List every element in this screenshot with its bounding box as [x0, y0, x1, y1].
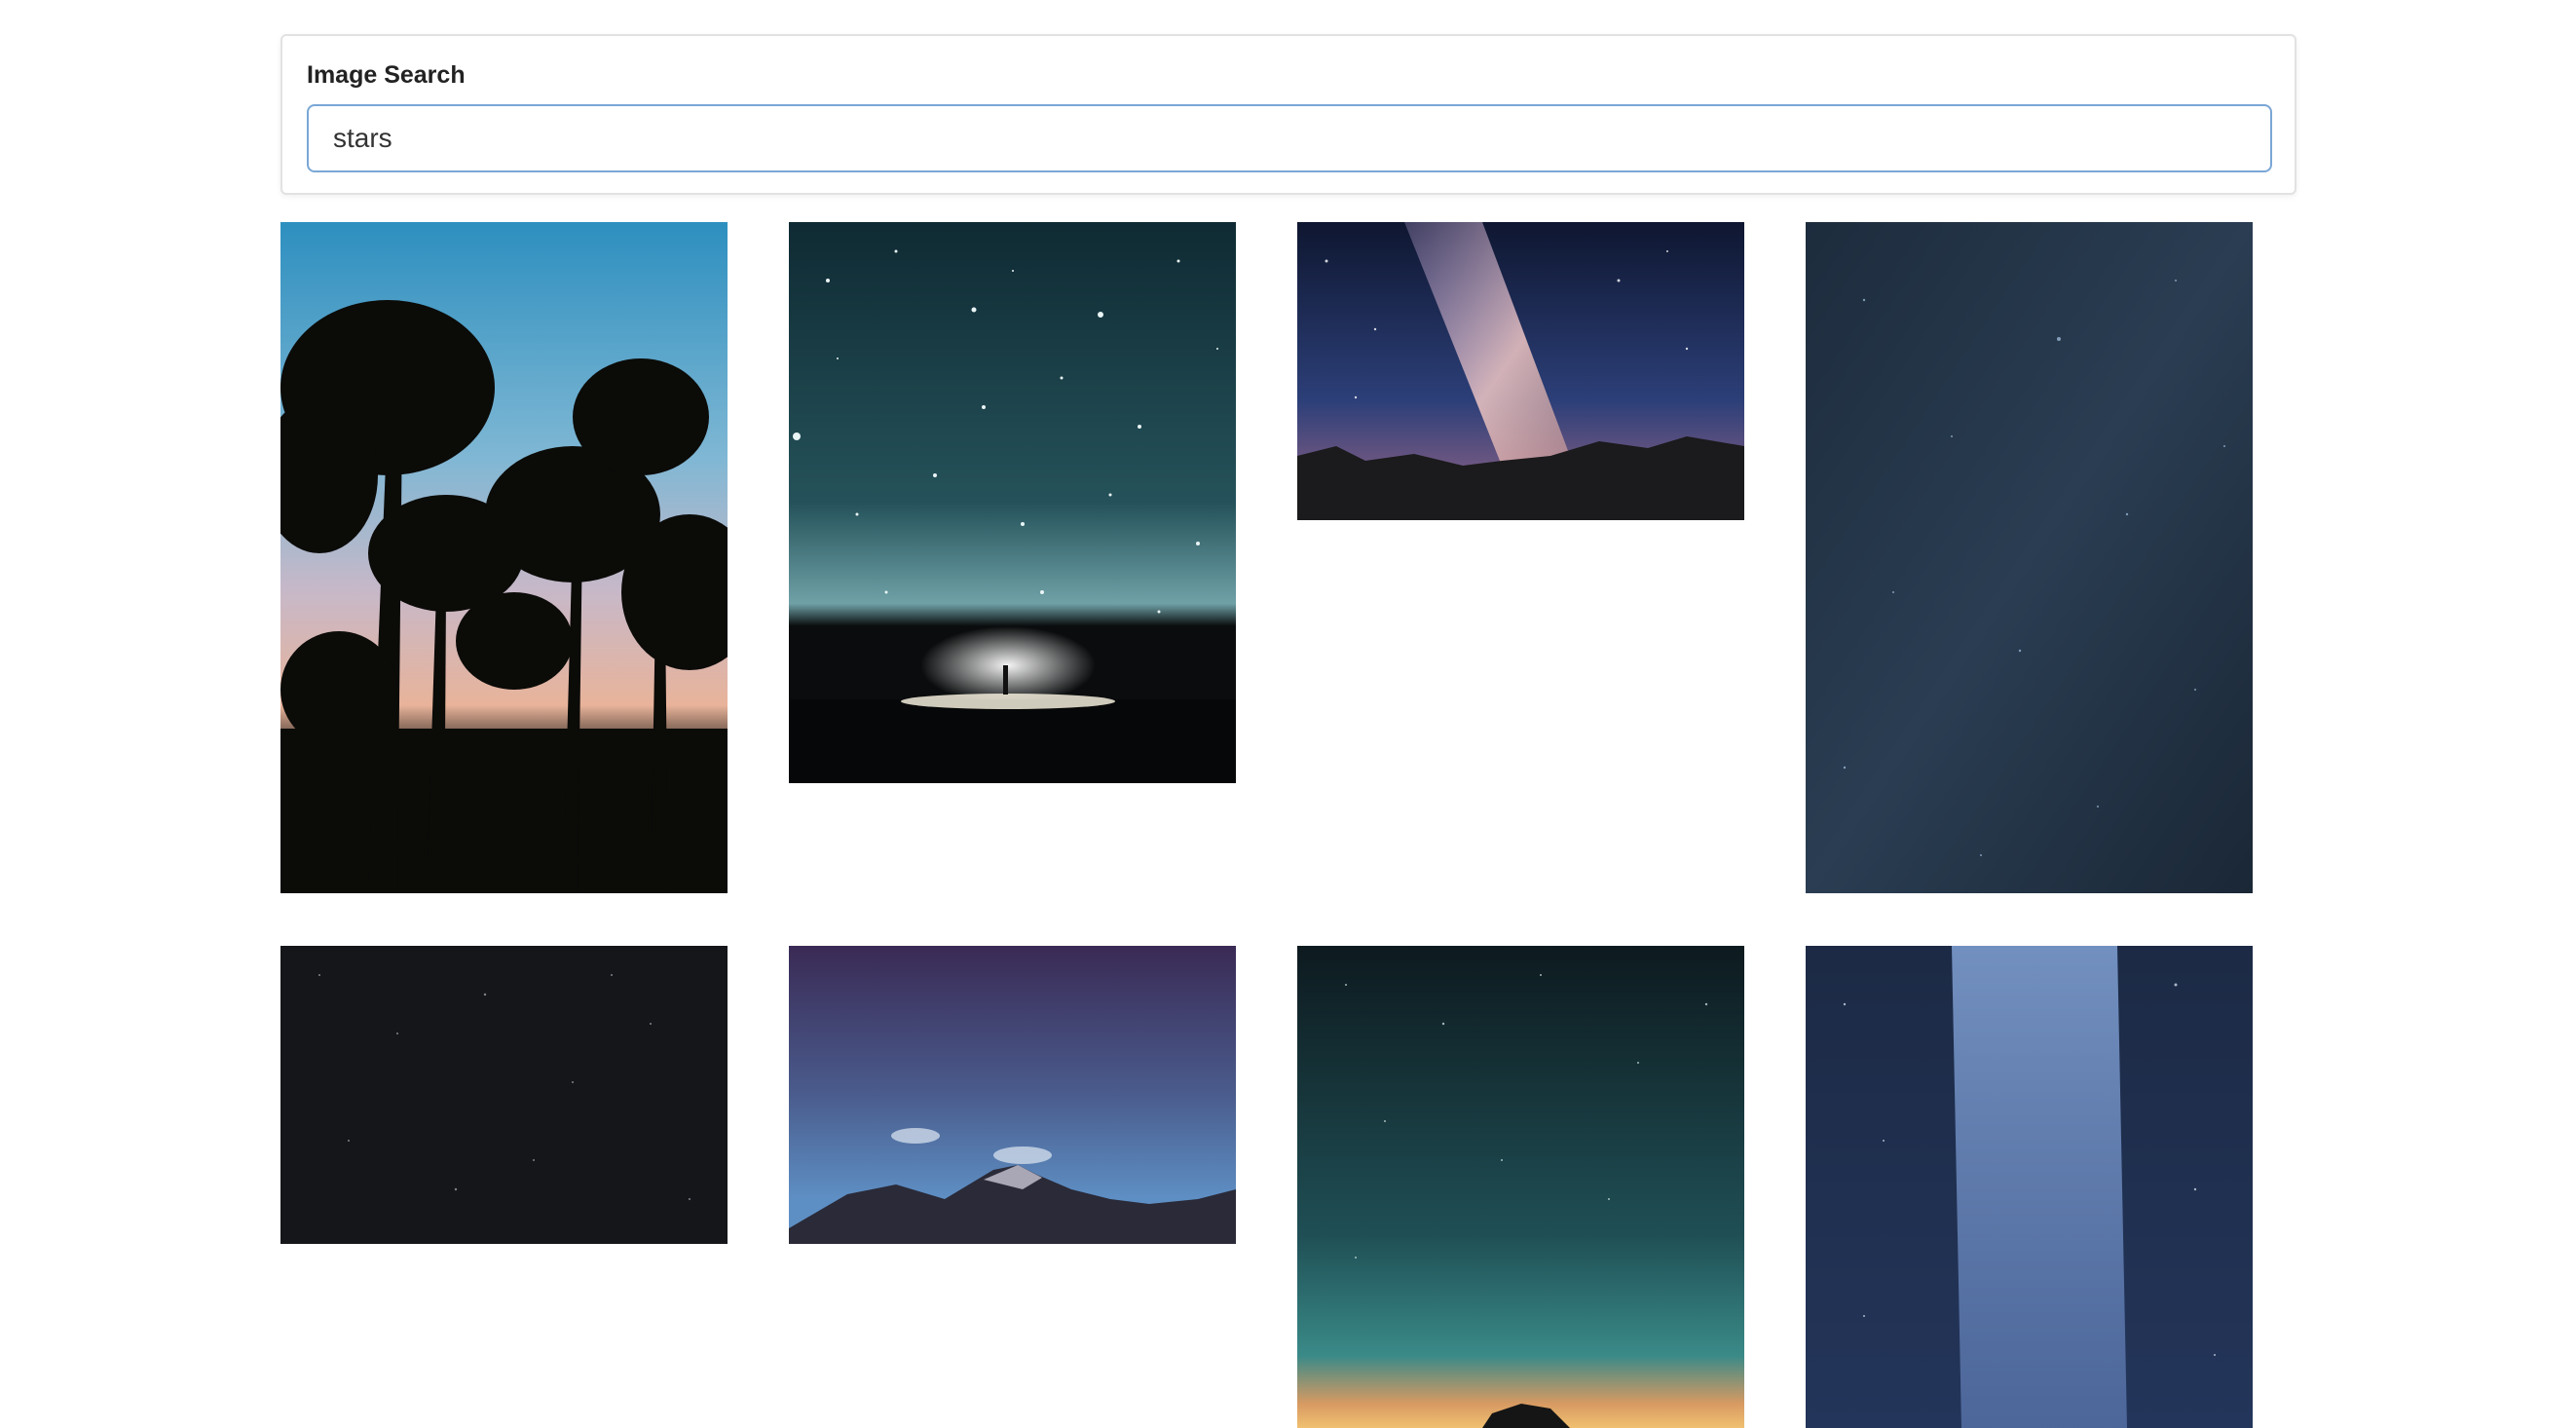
image-search-page: Image Search: [0, 0, 2576, 1428]
image-tile[interactable]: [1806, 946, 2253, 1428]
image-tile[interactable]: [789, 946, 1236, 1244]
image-tile[interactable]: [789, 222, 1236, 783]
teal-night-sky-horizon-photo: [1297, 946, 1744, 1428]
image-tile[interactable]: [280, 222, 728, 893]
search-card: Image Search: [280, 34, 2296, 195]
blue-starfield-photo: [1806, 222, 2253, 893]
palm-trees-sunset-photo: [280, 222, 728, 893]
person-under-starry-sky-photo: [789, 222, 1236, 783]
search-input[interactable]: [307, 104, 2272, 172]
purple-sky-mountain-peak-photo: [789, 946, 1236, 1244]
image-tile[interactable]: [1297, 946, 1744, 1428]
dark-starfield-photo: [280, 946, 728, 1244]
image-tile[interactable]: [1297, 222, 1744, 520]
image-tile[interactable]: [1806, 222, 2253, 893]
image-tile[interactable]: [280, 946, 728, 1244]
blue-milky-way-photo: [1806, 946, 2253, 1428]
milky-way-over-mountains-photo: [1297, 222, 1744, 520]
search-label: Image Search: [307, 61, 466, 89]
